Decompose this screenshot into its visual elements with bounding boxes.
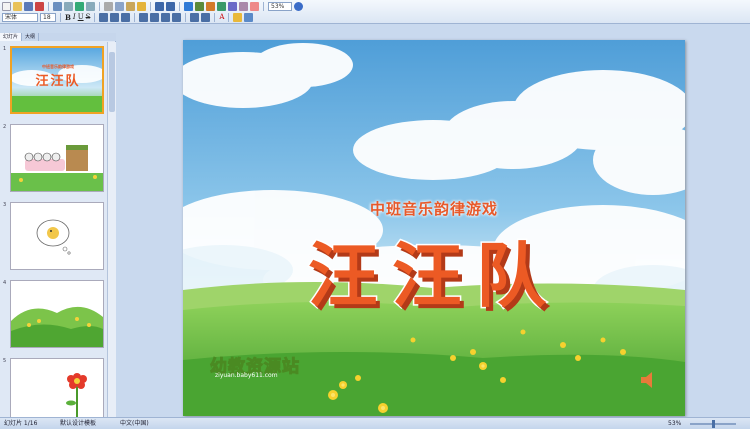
design-icon[interactable]: [233, 13, 243, 22]
bullets-icon[interactable]: [150, 13, 160, 22]
slide-preview: [10, 124, 104, 192]
slide-number: 3: [3, 202, 7, 208]
zoom-combo[interactable]: 53%: [268, 2, 292, 11]
open-icon[interactable]: [13, 2, 22, 11]
slide-5-preview-graphic: [11, 359, 103, 417]
language-label: 中文(中国): [120, 420, 149, 427]
tab-outline[interactable]: 大纲: [22, 33, 40, 41]
save-icon[interactable]: [24, 2, 33, 11]
slide-thumbnail[interactable]: 1 中班音乐韵律游戏 汪汪队: [0, 44, 106, 114]
panel-scrollbar[interactable]: [107, 42, 116, 417]
bold-button[interactable]: B: [65, 13, 71, 22]
undo-icon[interactable]: [155, 2, 164, 11]
slide-preview: [10, 202, 104, 270]
increase-font-icon[interactable]: [161, 13, 171, 22]
decrease-font-icon[interactable]: [172, 13, 182, 22]
increase-indent-icon[interactable]: [201, 13, 211, 22]
slide-thumbnail[interactable]: 5: [0, 356, 106, 417]
align-left-icon[interactable]: [99, 13, 109, 22]
new-slide-icon[interactable]: [244, 13, 254, 22]
slide-thumbnail[interactable]: 4: [0, 278, 106, 348]
zoom-slider-knob[interactable]: [712, 420, 715, 428]
slide-subtitle[interactable]: 中班音乐韵律游戏: [183, 198, 685, 219]
main-slide[interactable]: 中班音乐韵律游戏 汪汪队 幼教资源站 ziyuan.baby611.com: [183, 40, 685, 416]
chart-icon[interactable]: [206, 2, 215, 11]
slide-thumbnail[interactable]: 3: [0, 200, 106, 270]
align-center-icon[interactable]: [110, 13, 120, 22]
redo-icon[interactable]: [166, 2, 175, 11]
watermark-url: ziyuan.baby611.com: [215, 372, 278, 379]
decrease-indent-icon[interactable]: [190, 13, 200, 22]
tab-slides[interactable]: 幻灯片: [0, 33, 23, 41]
design-template-label: 默认设计模板: [60, 420, 97, 427]
font-color-button[interactable]: A: [219, 13, 224, 22]
print-preview-icon[interactable]: [64, 2, 73, 11]
slide-2-preview-graphic: [11, 125, 103, 191]
thumb-title: 汪汪队: [35, 74, 81, 89]
formatting-toolbar: 宋体 18 B I U S A: [2, 12, 342, 23]
slide-3-preview-graphic: [11, 203, 103, 269]
panel-tabs: 幻灯片 大纲: [0, 33, 116, 41]
expand-icon[interactable]: [239, 2, 248, 11]
spelling-icon[interactable]: [75, 2, 84, 11]
print-icon[interactable]: [53, 2, 62, 11]
slides-panel: 幻灯片 大纲 1 中班音乐韵律游戏 汪汪队 2 3 4 5: [0, 33, 116, 417]
slide-preview: 中班音乐韵律游戏 汪汪队: [10, 46, 104, 114]
slide-number: 2: [3, 124, 7, 130]
standard-toolbar: 53%: [2, 1, 342, 12]
cut-icon[interactable]: [104, 2, 113, 11]
align-right-icon[interactable]: [121, 13, 131, 22]
underline-button[interactable]: U: [78, 13, 84, 22]
diagram-icon[interactable]: [217, 2, 226, 11]
zoom-level: 53%: [668, 420, 682, 427]
thumbnail-list: 1 中班音乐韵律游戏 汪汪队 2 3 4 5: [0, 42, 106, 417]
table-icon[interactable]: [195, 2, 204, 11]
new-icon[interactable]: [2, 2, 11, 11]
slide-preview: [10, 280, 104, 348]
numbering-icon[interactable]: [139, 13, 149, 22]
slide-counter: 幻灯片 1/16: [4, 420, 38, 427]
speaker-icon[interactable]: [639, 370, 659, 390]
help-icon[interactable]: [294, 2, 303, 11]
textbox-icon[interactable]: [228, 2, 237, 11]
italic-button[interactable]: I: [73, 13, 76, 22]
slide-thumbnail[interactable]: 2: [0, 122, 106, 192]
paste-icon[interactable]: [126, 2, 135, 11]
slide-title[interactable]: 汪汪队: [183, 220, 685, 321]
font-name-combo[interactable]: 宋体: [2, 13, 38, 22]
zoom-slider[interactable]: [690, 420, 736, 428]
font-size-combo[interactable]: 18: [40, 13, 56, 22]
hyperlink-icon[interactable]: [184, 2, 193, 11]
slide-4-preview-graphic: [11, 281, 103, 347]
permission-icon[interactable]: [35, 2, 44, 11]
format-painter-icon[interactable]: [137, 2, 146, 11]
powerpoint-window: 53% 宋体 18 B I U S A 幻灯片 大纲 1 中班音乐韵律游戏 汪汪…: [0, 0, 750, 429]
toolbar: 53% 宋体 18 B I U S A: [0, 0, 750, 24]
status-bar: 幻灯片 1/16 默认设计模板 中文(中国) 53%: [0, 417, 750, 429]
slide-number: 1: [3, 46, 7, 52]
copy-icon[interactable]: [115, 2, 124, 11]
slide-number: 4: [3, 280, 7, 286]
slide-number: 5: [3, 358, 7, 364]
color-grayscale-icon[interactable]: [250, 2, 259, 11]
shadow-button[interactable]: S: [86, 13, 91, 22]
scrollbar-thumb[interactable]: [109, 52, 115, 112]
research-icon[interactable]: [86, 2, 95, 11]
slide-preview: [10, 358, 104, 417]
